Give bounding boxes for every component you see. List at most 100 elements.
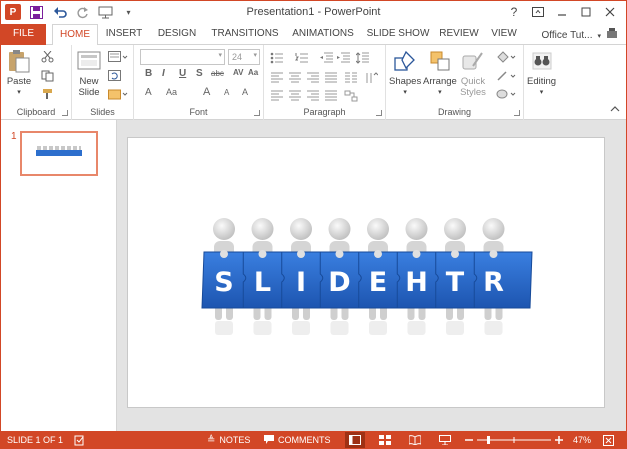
- account-name: Office Tut...: [541, 30, 593, 41]
- spell-check-icon[interactable]: [74, 431, 85, 448]
- increase-indent-icon[interactable]: [337, 51, 351, 63]
- chevron-down-icon: ▾: [539, 89, 544, 96]
- tab-animations[interactable]: ANIMATIONS: [288, 24, 358, 45]
- zoom-level[interactable]: 47%: [573, 431, 591, 448]
- tab-home[interactable]: HOME: [52, 24, 98, 46]
- paste-button[interactable]: Paste ▾: [6, 48, 32, 98]
- notes-button[interactable]: ≜ NOTES: [207, 431, 250, 448]
- section-icon[interactable]: [108, 87, 128, 100]
- editing-button[interactable]: Editing ▾: [527, 48, 556, 98]
- reset-icon[interactable]: [108, 69, 122, 81]
- change-case-icon[interactable]: Aa: [248, 68, 258, 77]
- shapes-icon: [392, 48, 418, 74]
- ribbon-display-button[interactable]: [526, 3, 550, 21]
- layout-icon[interactable]: [108, 50, 128, 62]
- figure-reflection: [330, 321, 349, 335]
- comment-icon: [264, 434, 274, 446]
- font-size-box[interactable]: 24 ▾: [228, 49, 260, 65]
- figure-hand: [489, 250, 498, 258]
- paste-label: Paste: [6, 76, 32, 87]
- tab-file[interactable]: FILE: [1, 24, 46, 45]
- close-button[interactable]: [598, 3, 622, 21]
- new-slide-button[interactable]: New Slide: [76, 48, 102, 98]
- line-spacing-icon[interactable]: [355, 51, 370, 64]
- shadow-icon[interactable]: S: [196, 68, 203, 79]
- cut-icon[interactable]: [41, 50, 55, 63]
- align-left-icon-2[interactable]: [270, 89, 284, 101]
- clear-formatting-icon[interactable]: A: [242, 87, 248, 97]
- maximize-button[interactable]: [574, 3, 598, 21]
- numbering-icon[interactable]: [295, 51, 309, 63]
- group-editing: Editing ▾: [524, 45, 562, 120]
- align-right-icon-2[interactable]: [306, 89, 320, 101]
- bullets-icon[interactable]: [270, 51, 284, 64]
- font-launcher-icon[interactable]: [254, 110, 260, 116]
- tab-slide-show[interactable]: SLIDE SHOW: [365, 24, 431, 45]
- slide-canvas[interactable]: SLIDEHTR: [127, 137, 605, 408]
- quick-styles-button[interactable]: Quick Styles: [460, 48, 486, 98]
- shape-fill-icon[interactable]: [496, 50, 516, 63]
- shapes-button[interactable]: Shapes ▾: [389, 48, 421, 98]
- drawing-launcher-icon[interactable]: [514, 110, 520, 116]
- font-group-label: Font: [189, 107, 208, 117]
- justify-icon[interactable]: [324, 71, 338, 83]
- align-left-icon[interactable]: [270, 71, 284, 83]
- account-menu[interactable]: Office Tut... ▾: [542, 28, 620, 43]
- status-bar: SLIDE 1 OF 1 ≜ NOTES COMMENTS 47%: [1, 431, 626, 448]
- bold-icon[interactable]: B: [145, 68, 152, 79]
- justify-icon-2[interactable]: [324, 89, 338, 101]
- new-slide-icon: [76, 48, 102, 74]
- tab-view[interactable]: VIEW: [487, 24, 521, 45]
- tab-review[interactable]: REVIEW: [438, 24, 480, 45]
- shape-effects-icon[interactable]: [496, 87, 516, 99]
- arrange-button[interactable]: Arrange ▾: [423, 48, 457, 98]
- text-direction-icon[interactable]: [364, 71, 379, 83]
- slide-sorter-button[interactable]: [375, 432, 395, 448]
- paragraph-launcher-icon[interactable]: [376, 110, 382, 116]
- comments-label: COMMENTS: [278, 435, 331, 445]
- chevron-down-icon: ▾: [438, 89, 442, 96]
- slide-image[interactable]: SLIDEHTR: [198, 216, 534, 346]
- decrease-font-icon[interactable]: A: [224, 88, 229, 97]
- zoom-slider-thumb[interactable]: [487, 436, 490, 444]
- group-clipboard: Paste ▾ Clipboard: [1, 45, 72, 120]
- minimize-button[interactable]: [550, 3, 574, 21]
- shape-outline-icon[interactable]: [496, 69, 516, 81]
- zoom-out-button[interactable]: [465, 431, 473, 448]
- columns-icon[interactable]: [344, 71, 358, 83]
- zoom-in-button[interactable]: [555, 431, 563, 448]
- copy-icon[interactable]: [41, 69, 55, 82]
- font-name-box[interactable]: ▾: [140, 49, 225, 65]
- reading-view-icon: [409, 435, 421, 445]
- smartart-icon[interactable]: [344, 89, 358, 102]
- slide-show-button[interactable]: [435, 432, 455, 448]
- tab-design[interactable]: DESIGN: [153, 24, 201, 45]
- highlight-icon[interactable]: Aa: [166, 87, 177, 97]
- slide-thumbnail[interactable]: [20, 131, 98, 176]
- workspace: 1 S L I D E H T R: [1, 120, 626, 431]
- comments-button[interactable]: COMMENTS: [264, 431, 331, 448]
- character-spacing-icon[interactable]: AV: [233, 68, 244, 77]
- chevron-down-icon: ▾: [17, 89, 21, 96]
- align-center-icon[interactable]: [288, 71, 302, 83]
- fit-slide-button[interactable]: [603, 431, 614, 448]
- format-painter-icon[interactable]: [41, 87, 55, 99]
- italic-icon[interactable]: I: [162, 68, 165, 79]
- tab-insert[interactable]: INSERT: [102, 24, 146, 45]
- collapse-ribbon-icon[interactable]: [610, 104, 620, 114]
- group-font: ▾ 24 ▾ B I U S abc AV Aa A Aa A A A Font: [134, 45, 264, 120]
- underline-icon[interactable]: U: [179, 68, 186, 79]
- figure-reflection: [407, 321, 426, 335]
- decrease-indent-icon[interactable]: [320, 51, 334, 63]
- increase-font-icon[interactable]: A: [203, 86, 210, 98]
- tab-transitions[interactable]: TRANSITIONS: [207, 24, 283, 45]
- help-button[interactable]: ?: [502, 3, 526, 21]
- strikethrough-icon[interactable]: abc: [211, 69, 224, 78]
- align-center-icon-2[interactable]: [288, 89, 302, 101]
- font-color-icon[interactable]: A: [145, 87, 152, 98]
- clipboard-launcher-icon[interactable]: [62, 110, 68, 116]
- zoom-slider[interactable]: [477, 431, 551, 448]
- align-right-icon[interactable]: [306, 71, 320, 83]
- reading-view-button[interactable]: [405, 432, 425, 448]
- normal-view-button[interactable]: [345, 432, 365, 448]
